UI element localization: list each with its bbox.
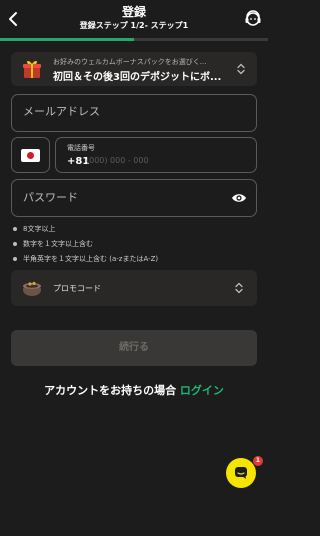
chat-icon bbox=[235, 467, 247, 479]
notification-badge: 1 bbox=[253, 456, 263, 466]
chat-button[interactable] bbox=[226, 458, 256, 488]
step-indicator: 登録ステップ 1/2- ステップ1 bbox=[79, 21, 189, 30]
treasure-pot-icon bbox=[23, 281, 41, 296]
password-rule: 8文字以上 bbox=[11, 222, 257, 237]
email-field[interactable] bbox=[11, 94, 257, 132]
bonus-hint: お好みのウェルカムボーナスパックをお選びく... bbox=[53, 58, 207, 66]
password-field[interactable] bbox=[11, 179, 257, 217]
chevron-updown-icon bbox=[235, 282, 243, 294]
welcome-bonus-select[interactable]: お好みのウェルカムボーナスパックをお選びく... 初回＆その後3回のデポジットに… bbox=[11, 52, 257, 86]
password-rules: 8文字以上 数字を１文字以上含む 半角英字を１文字以上含む (a-zまたはA-Z… bbox=[11, 222, 257, 267]
country-selector[interactable] bbox=[11, 137, 50, 173]
password-rule: 数字を１文字以上含む bbox=[11, 237, 257, 252]
page-title: 登録 bbox=[121, 5, 146, 19]
gift-icon bbox=[23, 60, 41, 78]
phone-field[interactable]: 電話番号 +81 bbox=[55, 137, 257, 173]
jp-flag-icon bbox=[21, 149, 40, 162]
login-prompt-text: アカウントをお持ちの場合 bbox=[44, 384, 177, 397]
support-agent-icon[interactable] bbox=[243, 9, 263, 29]
phone-input[interactable] bbox=[86, 156, 246, 165]
bullet-icon bbox=[13, 257, 17, 261]
email-input[interactable] bbox=[23, 105, 243, 118]
login-prompt: アカウントをお持ちの場合 ログイン bbox=[0, 382, 268, 398]
progress-bar bbox=[0, 38, 268, 41]
rule-text: 数字を１文字以上含む bbox=[23, 240, 93, 248]
chevron-updown-icon bbox=[237, 63, 245, 75]
promo-label: プロモコード bbox=[53, 284, 101, 293]
progress-fill bbox=[0, 38, 134, 41]
rule-text: 8文字以上 bbox=[23, 225, 56, 233]
bullet-icon bbox=[13, 227, 17, 231]
promo-code-select[interactable]: プロモコード bbox=[11, 270, 257, 306]
bullet-icon bbox=[13, 242, 17, 246]
password-input[interactable] bbox=[23, 191, 223, 204]
rule-text: 半角英字を１文字以上含む (a-zまたはA-Z) bbox=[23, 255, 159, 263]
password-rule: 半角英字を１文字以上含む (a-zまたはA-Z) bbox=[11, 252, 257, 267]
header: 登録 登録ステップ 1/2- ステップ1 bbox=[0, 0, 268, 40]
bonus-selected: 初回＆その後3回のデポジットにボ... bbox=[53, 72, 222, 83]
continue-button[interactable]: 続行る bbox=[11, 330, 257, 366]
eye-icon[interactable] bbox=[231, 192, 247, 204]
phone-label: 電話番号 bbox=[67, 144, 95, 152]
login-link[interactable]: ログイン bbox=[180, 384, 224, 397]
flag-circle bbox=[27, 152, 34, 159]
